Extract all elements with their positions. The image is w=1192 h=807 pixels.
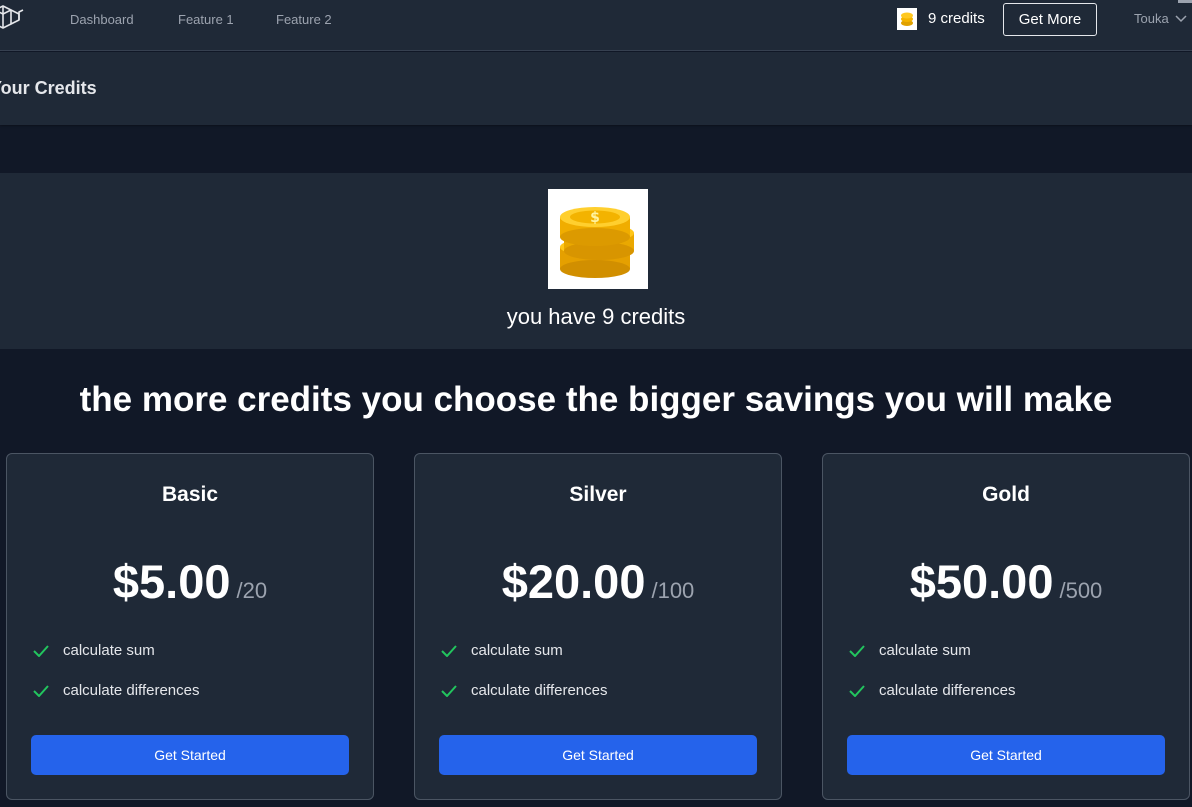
feature-item: calculate sum bbox=[33, 642, 155, 659]
plan-card-basic: Basic $5.00/20 calculate sum calculate d… bbox=[6, 453, 374, 800]
plan-price-row: $5.00/20 bbox=[7, 554, 373, 609]
plan-credits: /20 bbox=[236, 578, 268, 603]
plan-price-row: $50.00/500 bbox=[823, 554, 1189, 609]
feature-label: calculate differences bbox=[471, 682, 608, 699]
feature-label: calculate differences bbox=[63, 682, 200, 699]
user-menu[interactable]: Touka bbox=[1134, 11, 1188, 26]
plan-price: $50.00 bbox=[909, 555, 1054, 608]
plan-card-silver: Silver $20.00/100 calculate sum calculat… bbox=[414, 453, 782, 800]
get-started-button-basic[interactable]: Get Started bbox=[31, 735, 349, 775]
app-logo-icon[interactable] bbox=[0, 2, 26, 36]
check-icon bbox=[33, 644, 49, 657]
feature-label: calculate sum bbox=[63, 642, 155, 659]
credits-count: 9 credits bbox=[928, 10, 985, 27]
get-started-button-silver[interactable]: Get Started bbox=[439, 735, 757, 775]
plan-name: Gold bbox=[982, 483, 1030, 506]
get-started-button-gold[interactable]: Get Started bbox=[847, 735, 1165, 775]
check-icon bbox=[441, 684, 457, 697]
nav-link-feature-1[interactable]: Feature 1 bbox=[178, 12, 234, 27]
page-title: Your Credits bbox=[0, 78, 97, 98]
get-more-button[interactable]: Get More bbox=[1003, 3, 1097, 36]
window-corner bbox=[1178, 0, 1192, 3]
feature-item: calculate differences bbox=[849, 682, 1015, 699]
plan-credits: /500 bbox=[1059, 578, 1103, 603]
savings-headline: the more credits you choose the bigger s… bbox=[79, 380, 1113, 419]
plan-price-row: $20.00/100 bbox=[415, 554, 781, 609]
top-navbar: Dashboard Feature 1 Feature 2 9 credits … bbox=[0, 0, 1192, 51]
svg-text:$: $ bbox=[590, 210, 600, 226]
feature-item: calculate sum bbox=[441, 642, 563, 659]
chevron-down-icon bbox=[1175, 14, 1187, 22]
page-header: Your Credits bbox=[0, 52, 1192, 125]
plan-price: $5.00 bbox=[112, 555, 231, 608]
check-icon bbox=[441, 644, 457, 657]
check-icon bbox=[849, 684, 865, 697]
feature-item: calculate differences bbox=[441, 682, 607, 699]
feature-item: calculate differences bbox=[33, 682, 199, 699]
nav-link-feature-2[interactable]: Feature 2 bbox=[276, 12, 332, 27]
coin-icon bbox=[897, 8, 917, 30]
balance-text: you have 9 credits bbox=[506, 304, 686, 329]
feature-label: calculate differences bbox=[879, 682, 1016, 699]
plan-price: $20.00 bbox=[501, 555, 646, 608]
nav-link-dashboard[interactable]: Dashboard bbox=[70, 12, 134, 27]
plan-name: Basic bbox=[161, 483, 219, 506]
feature-label: calculate sum bbox=[471, 642, 563, 659]
check-icon bbox=[33, 684, 49, 697]
plan-card-gold: Gold $50.00/500 calculate sum calculate … bbox=[822, 453, 1190, 800]
plan-name: Silver bbox=[569, 483, 627, 506]
coin-stack-image: $ bbox=[548, 189, 648, 289]
feature-label: calculate sum bbox=[879, 642, 971, 659]
balance-panel: $ you have 9 credits bbox=[0, 173, 1192, 349]
plan-credits: /100 bbox=[651, 578, 695, 603]
feature-item: calculate sum bbox=[849, 642, 971, 659]
user-name: Touka bbox=[1134, 11, 1169, 26]
check-icon bbox=[849, 644, 865, 657]
